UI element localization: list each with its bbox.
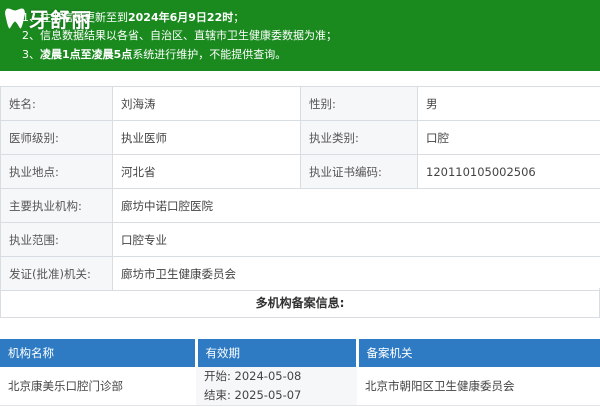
level-label: 医师级别: bbox=[0, 120, 113, 155]
header-authority: 备案机关 bbox=[357, 339, 600, 367]
license-no-value: 120110105002506 bbox=[417, 154, 600, 189]
name-value: 刘海涛 bbox=[112, 86, 301, 121]
name-label: 姓名: bbox=[0, 86, 113, 121]
multi-org-title: 多机构备案信息: bbox=[0, 288, 600, 318]
row-authority: 北京市朝阳区卫生健康委员会 bbox=[357, 367, 600, 406]
gender-value: 男 bbox=[417, 86, 600, 121]
info-row-location: 执业地点: 河北省 执业证书编码: 120110105002506 bbox=[0, 154, 600, 189]
notice-line-3: 3、凌晨1点至凌晨5点系统进行维护，不能提供查询。 bbox=[22, 48, 287, 61]
row-start-date: 2024-05-08 bbox=[234, 369, 302, 383]
notice-line-1: 1、注册信息更新至到2024年6月9日22时； bbox=[22, 11, 245, 24]
notice-banner: 牙舒丽 1、注册信息更新至到2024年6月9日22时； 2、信息数据结果以各省、… bbox=[0, 0, 600, 71]
license-no-label: 执业证书编码: bbox=[300, 154, 418, 189]
header-org-name: 机构名称 bbox=[0, 339, 198, 367]
issuer-value: 廊坊市卫生健康委员会 bbox=[112, 256, 600, 291]
level-value: 执业医师 bbox=[112, 120, 301, 155]
info-row-level: 医师级别: 执业医师 执业类别: 口腔 bbox=[0, 120, 600, 155]
org-label: 主要执业机构: bbox=[0, 188, 113, 223]
category-value: 口腔 bbox=[417, 120, 600, 155]
location-label: 执业地点: bbox=[0, 154, 113, 189]
multi-org-header: 机构名称 有效期 备案机关 bbox=[0, 339, 600, 367]
header-validity: 有效期 bbox=[196, 339, 359, 367]
row-validity: 开始: 2024-05-08 结束: 2025-05-07 bbox=[196, 367, 357, 406]
info-row-issuer: 发证(批准)机关: 廊坊市卫生健康委员会 bbox=[0, 256, 600, 291]
info-row-name: 姓名: 刘海涛 性别: 男 bbox=[0, 86, 600, 121]
location-value: 河北省 bbox=[112, 154, 301, 189]
gender-label: 性别: bbox=[300, 86, 418, 121]
scope-value: 口腔专业 bbox=[112, 222, 600, 257]
issuer-label: 发证(批准)机关: bbox=[0, 256, 113, 291]
info-row-org: 主要执业机构: 廊坊中诺口腔医院 bbox=[0, 188, 600, 223]
org-value: 廊坊中诺口腔医院 bbox=[112, 188, 600, 223]
table-row: 北京康美乐口腔门诊部 开始: 2024-05-08 结束: 2025-05-07… bbox=[0, 367, 600, 406]
doctor-info-table: 姓名: 刘海涛 性别: 男 医师级别: 执业医师 执业类别: 口腔 执业地点: … bbox=[0, 86, 600, 291]
info-row-scope: 执业范围: 口腔专业 bbox=[0, 222, 600, 257]
multi-org-table: 机构名称 有效期 备案机关 北京康美乐口腔门诊部 开始: 2024-05-08 … bbox=[0, 339, 600, 406]
scope-label: 执业范围: bbox=[0, 222, 113, 257]
notice-line-2: 2、信息数据结果以各省、自治区、直辖市卫生健康委数据为准； bbox=[22, 29, 337, 42]
row-org-name: 北京康美乐口腔门诊部 bbox=[0, 367, 196, 406]
row-end-date: 2025-05-07 bbox=[234, 388, 302, 402]
category-label: 执业类别: bbox=[300, 120, 418, 155]
